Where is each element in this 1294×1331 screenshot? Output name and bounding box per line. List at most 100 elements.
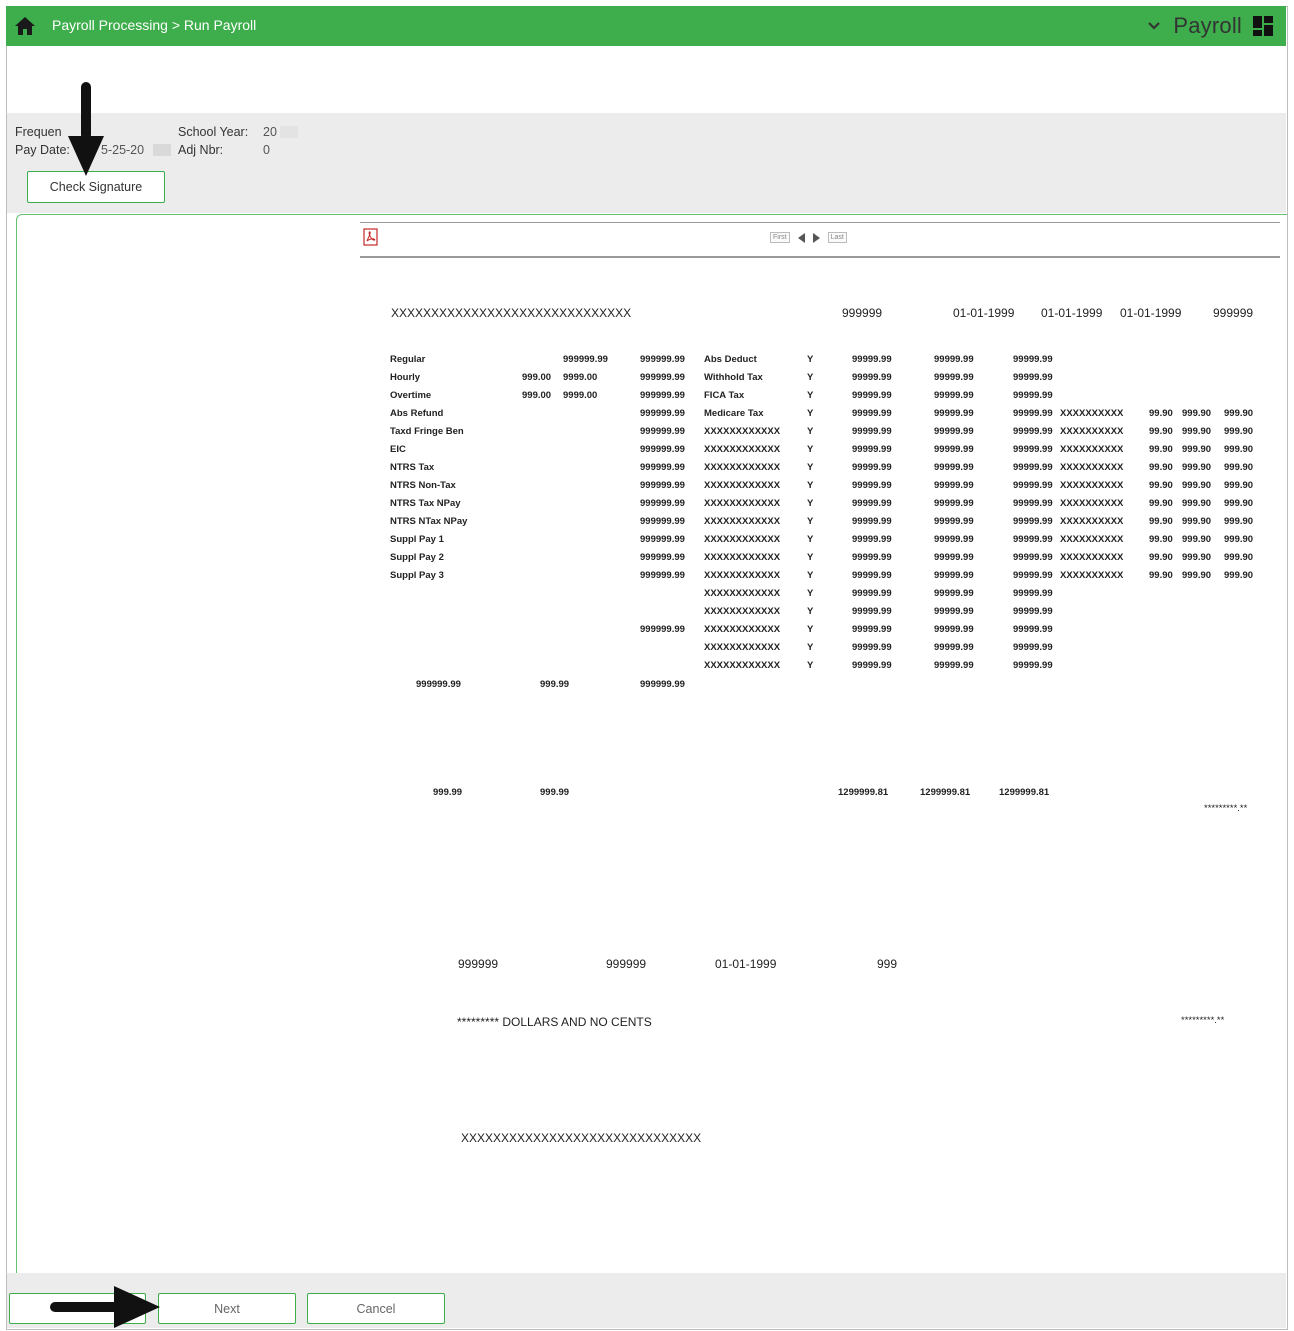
deduction-amount: 99999.99 xyxy=(852,408,892,419)
deduction-code: XXXXXXXXXX xyxy=(1060,408,1124,419)
deduction-amount: 99999.99 xyxy=(852,462,892,473)
deduction-amount: 99999.99 xyxy=(1013,390,1053,401)
earning-amount: 999999.99 xyxy=(640,444,685,455)
adj-nbr-label: Adj Nbr: xyxy=(178,143,224,157)
deduction-amount: 99999.99 xyxy=(852,480,892,491)
pay-date-label: Pay Date: xyxy=(15,143,70,157)
grid-menu-icon[interactable] xyxy=(1252,15,1274,37)
deduction-amount: 99999.99 xyxy=(934,444,974,455)
deduction-rate: 99.90 xyxy=(1149,534,1173,545)
deduction-amount: 99999.99 xyxy=(852,660,892,671)
deduction-code: XXXXXXXXXX xyxy=(1060,552,1124,563)
deduction-amount: 99999.99 xyxy=(934,426,974,437)
deduction-amount: 99999.99 xyxy=(1013,426,1053,437)
report-stars-amount: *********.** xyxy=(1204,803,1248,814)
previous-page-icon[interactable] xyxy=(797,232,805,243)
deduction-label: XXXXXXXXXXXX xyxy=(704,588,781,599)
deduction-amount: 99999.99 xyxy=(934,408,974,419)
earning-label: EIC xyxy=(390,444,406,455)
next-button[interactable]: Next xyxy=(158,1293,296,1324)
first-page-button[interactable]: First xyxy=(770,232,790,243)
deduction-amount: 99999.99 xyxy=(852,624,892,635)
deduction-amount: 99999.99 xyxy=(1013,498,1053,509)
earning-amount: 999999.99 xyxy=(640,516,685,527)
deduction-amount: 99999.99 xyxy=(934,624,974,635)
report-header-field: 999999 xyxy=(1213,306,1254,320)
breadcrumb[interactable]: Payroll Processing > Run Payroll xyxy=(52,17,256,33)
earning-label: NTRS Non-Tax xyxy=(390,480,456,491)
deduction-flag: Y xyxy=(807,588,814,599)
deduction-amount: 99999.99 xyxy=(1013,588,1053,599)
earning-label: Suppl Pay 2 xyxy=(390,552,444,563)
deduction-flag: Y xyxy=(807,624,814,635)
report-total: 999.99 xyxy=(540,679,570,690)
deduction-label: Abs Deduct xyxy=(704,354,757,365)
viewer-toolbar-top-rule xyxy=(360,222,1280,223)
deduction-rate: 999.90 xyxy=(1182,462,1212,473)
deduction-code: XXXXXXXXXX xyxy=(1060,480,1124,491)
deduction-rate: 999.90 xyxy=(1224,462,1254,473)
deduction-amount: 99999.99 xyxy=(852,390,892,401)
earning-hours: 999.00 xyxy=(522,372,552,383)
cancel-button[interactable]: Cancel xyxy=(307,1293,445,1324)
check-field: 999999 xyxy=(458,957,499,971)
deduction-rate: 999.90 xyxy=(1224,426,1254,437)
deduction-flag: Y xyxy=(807,570,814,581)
deduction-amount: 99999.99 xyxy=(1013,480,1053,491)
deduction-rate: 999.90 xyxy=(1224,444,1254,455)
deduction-rate: 999.90 xyxy=(1224,570,1254,581)
earning-label: Suppl Pay 3 xyxy=(390,570,444,581)
deduction-amount: 99999.99 xyxy=(852,426,892,437)
deduction-code: XXXXXXXXXX xyxy=(1060,426,1124,437)
app-name[interactable]: Payroll xyxy=(1173,13,1242,39)
next-page-icon[interactable] xyxy=(812,232,820,243)
home-icon[interactable] xyxy=(14,16,36,36)
deduction-amount: 99999.99 xyxy=(1013,354,1053,365)
deduction-rate: 99.90 xyxy=(1149,552,1173,563)
deduction-flag: Y xyxy=(807,498,814,509)
report-summary-value: 999.99 xyxy=(433,787,463,798)
deduction-amount: 99999.99 xyxy=(934,660,974,671)
last-page-button[interactable]: Last xyxy=(827,232,847,243)
deduction-label: XXXXXXXXXXXX xyxy=(704,624,781,635)
deduction-rate: 99.90 xyxy=(1149,480,1173,491)
deduction-label: XXXXXXXXXXXX xyxy=(704,606,781,617)
deduction-rate: 999.90 xyxy=(1182,480,1212,491)
report-employee-name: XXXXXXXXXXXXXXXXXXXXXXXXXXXXXX xyxy=(391,306,632,320)
report-pager: First Last xyxy=(770,232,847,243)
deduction-code: XXXXXXXXXX xyxy=(1060,570,1124,581)
annotation-arrow-down-icon xyxy=(68,82,104,176)
earning-label: Abs Refund xyxy=(390,408,444,419)
deduction-amount: 99999.99 xyxy=(934,354,974,365)
deduction-label: XXXXXXXXXXXX xyxy=(704,444,781,455)
viewer-toolbar-rule xyxy=(360,256,1280,258)
deduction-amount: 99999.99 xyxy=(852,372,892,383)
deduction-amount: 99999.99 xyxy=(1013,444,1053,455)
deduction-amount: 99999.99 xyxy=(852,534,892,545)
masked-value xyxy=(280,126,298,138)
earning-rate: 9999.00 xyxy=(563,390,598,401)
report-total: 999999.99 xyxy=(640,679,685,690)
chevron-down-icon[interactable] xyxy=(1145,17,1163,35)
report-header-field: 01-01-1999 xyxy=(1041,306,1103,320)
frequency-label: Frequen xyxy=(15,125,62,139)
check-dollars-text: ********* DOLLARS AND NO CENTS xyxy=(457,1015,652,1029)
deduction-amount: 99999.99 xyxy=(934,390,974,401)
deduction-rate: 99.90 xyxy=(1149,498,1173,509)
deduction-rate: 999.90 xyxy=(1182,534,1212,545)
deduction-amount: 99999.99 xyxy=(852,444,892,455)
pdf-export-icon[interactable] xyxy=(362,228,380,246)
deduction-label: XXXXXXXXXXXX xyxy=(704,642,781,653)
deduction-flag: Y xyxy=(807,480,814,491)
deduction-amount: 99999.99 xyxy=(934,372,974,383)
deduction-amount: 99999.99 xyxy=(934,588,974,599)
earning-label: Taxd Fringe Ben xyxy=(390,426,464,437)
report-header-field: 01-01-1999 xyxy=(1120,306,1182,320)
deduction-flag: Y xyxy=(807,426,814,437)
app-switcher[interactable]: Payroll xyxy=(1145,12,1274,40)
deduction-amount: 99999.99 xyxy=(852,498,892,509)
deduction-rate: 999.90 xyxy=(1182,444,1212,455)
report-summary-value: 999.99 xyxy=(540,787,570,798)
top-bar: Payroll Processing > Run Payroll Payroll xyxy=(6,6,1286,46)
deduction-amount: 99999.99 xyxy=(1013,624,1053,635)
